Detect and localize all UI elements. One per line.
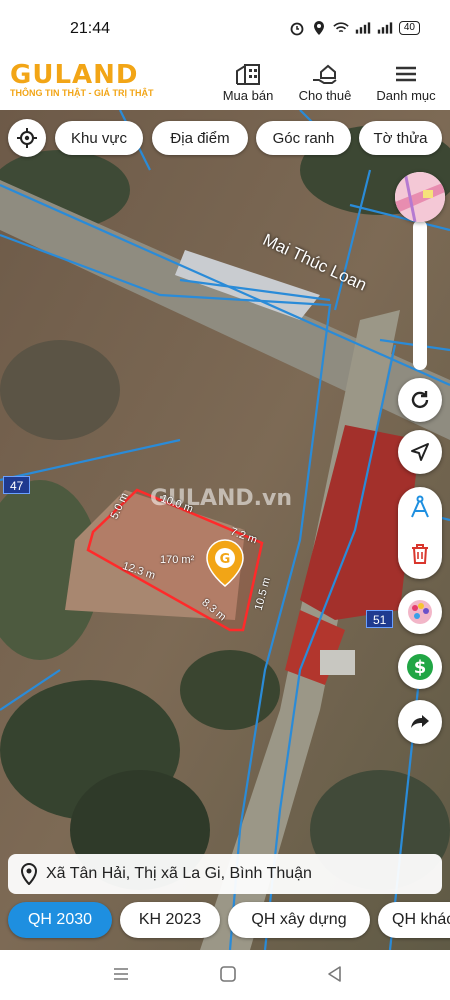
navigate-button[interactable] [398, 430, 442, 474]
share-button[interactable] [398, 700, 442, 744]
logo-tagline: THÔNG TIN THẬT - GIÁ TRỊ THẬT [10, 88, 154, 98]
trash-icon [412, 544, 428, 564]
nav-menu[interactable]: Danh mục [370, 62, 442, 103]
zoom-slider-track[interactable] [413, 220, 427, 370]
parcel-area-label: 170 m² [160, 554, 195, 566]
layer-preview-button[interactable] [395, 172, 445, 222]
refresh-icon [411, 391, 429, 409]
menu-icon [396, 66, 416, 82]
filter-chip-row: Khu vực Địa điểm Góc ranh Tờ thửa [0, 119, 450, 157]
hand-house-icon [313, 64, 337, 84]
address-text: Xã Tân Hải, Thị xã La Gi, Bình Thuận [46, 865, 312, 882]
nav-rent[interactable]: Cho thuê [294, 62, 356, 103]
navigation-arrow-icon [411, 443, 429, 461]
svg-text:$: $ [414, 657, 427, 678]
signal-icon-2 [377, 22, 393, 34]
satellite-map[interactable]: G GULAND.vn 5.0 m 10.0 m 7.2 m 12.3 m 10… [0, 110, 450, 950]
palette-button[interactable] [398, 590, 442, 634]
app-header: GULAND THÔNG TIN THẬT - GIÁ TRỊ THẬT Mua… [0, 58, 450, 110]
alarm-icon [290, 22, 304, 36]
tab-qh-2030[interactable]: QH 2030 [8, 902, 112, 938]
address-bar[interactable]: Xã Tân Hải, Thị xã La Gi, Bình Thuận [8, 854, 442, 894]
app-screen: 21:44 40 GULAND THÔNG TIN THẬT - GIÁ TRỊ… [0, 0, 450, 1000]
filter-sheet[interactable]: Tờ thửa [359, 121, 442, 155]
measure-button[interactable] [408, 495, 432, 526]
filter-corner[interactable]: Góc ranh [256, 121, 351, 155]
status-time: 21:44 [70, 20, 111, 37]
nav-menu-label: Danh mục [376, 88, 436, 103]
system-nav-bar [0, 950, 450, 1000]
parcel-tag: 47 [3, 476, 31, 494]
filter-area[interactable]: Khu vực [55, 121, 143, 155]
price-button[interactable]: $ [398, 645, 442, 689]
recent-apps-icon[interactable] [112, 966, 130, 982]
palette-icon [408, 600, 432, 624]
location-icon [313, 21, 324, 35]
logo-text: GULAND [10, 60, 139, 90]
dollar-icon: $ [407, 654, 433, 680]
signal-icon [355, 22, 371, 34]
nav-buy-sell-label: Mua bán [222, 88, 274, 103]
map-imagery: G [0, 110, 450, 950]
nav-rent-label: Cho thuê [298, 88, 352, 103]
locate-button[interactable] [8, 119, 46, 157]
battery-indicator: 40 [398, 21, 420, 35]
status-bar: 21:44 40 [0, 0, 450, 58]
map-pin-icon [20, 863, 38, 885]
building-icon [236, 64, 260, 85]
layer-preview-icon [395, 172, 445, 222]
tab-qh-construction[interactable]: QH xây dựng [228, 902, 370, 938]
parcel-tag: 51 [366, 610, 394, 628]
filter-place[interactable]: Địa điểm [152, 121, 248, 155]
tab-qh-other[interactable]: QH khác [378, 902, 450, 938]
tab-kh-2023[interactable]: KH 2023 [120, 902, 220, 938]
logo[interactable]: GULAND THÔNG TIN THẬT - GIÁ TRỊ THẬT [10, 60, 153, 98]
measure-tools-group [398, 487, 442, 579]
back-icon[interactable] [326, 965, 344, 983]
compass-measure-icon [411, 495, 429, 518]
refresh-button[interactable] [398, 378, 442, 422]
status-icons: 40 [289, 20, 420, 36]
crosshair-icon [17, 128, 37, 148]
home-icon[interactable] [219, 965, 237, 983]
wifi-icon [333, 22, 349, 33]
planning-tab-row: QH 2030 KH 2023 QH xây dựng QH khác [0, 902, 450, 940]
svg-text:G: G [220, 552, 231, 567]
share-arrow-icon [411, 715, 429, 728]
delete-button[interactable] [410, 543, 430, 570]
nav-buy-sell[interactable]: Mua bán [218, 62, 278, 103]
